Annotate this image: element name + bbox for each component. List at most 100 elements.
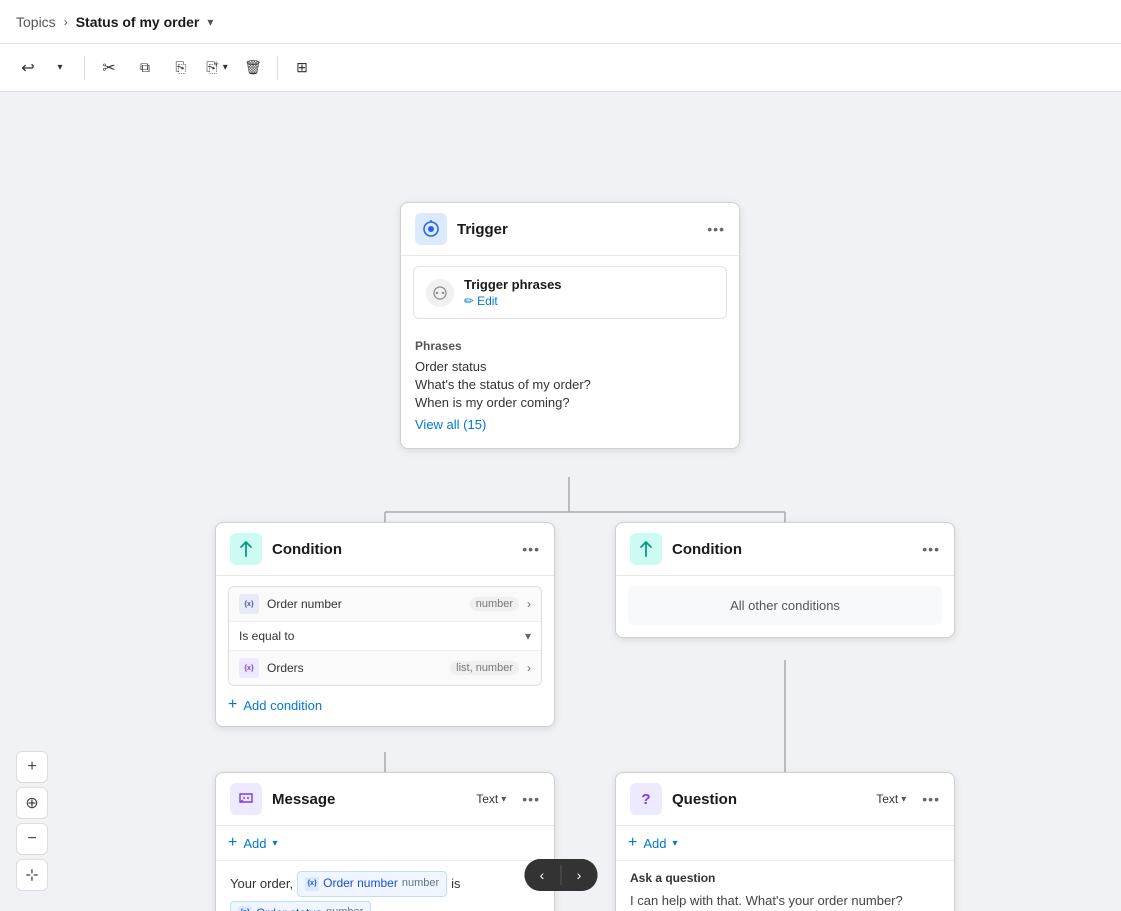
toolbar: ↩ ▾ ✂ ⧉ ⎘ ⎘+ ▾ 🗑 ⊞ [0,44,1121,92]
copy-button[interactable]: ⧉ [129,52,161,84]
message-node-header: Message Text ▾ ••• [216,773,554,826]
field-1-type: number [470,597,519,611]
toolbar-divider-2 [277,56,278,80]
phrases-section: Phrases Order status What's the status o… [401,329,739,448]
cut-button[interactable]: ✂ [93,52,125,84]
condition-field-2: {x} Orders list, number › [229,651,541,685]
pencil-icon: ✏ [464,294,474,308]
question-text-label: Text [876,792,898,806]
condition-left-header: Condition ••• [216,523,554,576]
chip-icon-1: {x} [305,877,319,891]
nav-next-btn[interactable]: › [561,859,597,891]
page-title: Status of my order [76,14,200,30]
condition-field-1: {x} Order number number › [229,587,541,622]
locate-btn[interactable]: ⊕ [16,787,48,819]
paste-add-button[interactable]: ⎘+ ▾ [201,52,233,84]
field-1-label: Order number [267,597,462,611]
var-chip-2: {x} Order status number [230,901,371,911]
zoom-out-btn[interactable]: − [16,823,48,855]
message-icon [230,783,262,815]
question-menu-btn[interactable]: ••• [922,792,940,806]
operator-chevron: ▾ [525,629,531,643]
condition-left-title: Condition [272,541,512,558]
question-text-badge: Text ▾ [876,792,906,806]
view-all-link[interactable]: View all (15) [415,417,486,432]
all-other-label: All other conditions [730,598,840,613]
phrase-2: What's the status of my order? [415,377,725,392]
variable-button[interactable]: ⊞ [286,52,318,84]
message-menu-btn[interactable]: ••• [522,792,540,806]
trigger-icon [415,213,447,245]
condition-operator[interactable]: Is equal to ▾ [229,622,541,651]
add-condition-btn[interactable]: + Add condition [216,686,554,726]
phrase-3: When is my order coming? [415,395,725,410]
message-add-row[interactable]: + Add ▾ [216,826,554,861]
delete-button[interactable]: 🗑 [237,52,269,84]
message-text-chevron: ▾ [501,794,506,805]
plus-icon: + [228,696,237,714]
condition-right-title: Condition [672,541,912,558]
trigger-menu-btn[interactable]: ••• [707,222,725,236]
question-title: Question [672,791,866,808]
condition-left-menu-btn[interactable]: ••• [522,542,540,556]
field-1-arrow: › [527,597,531,611]
trigger-title: Trigger [457,221,697,238]
message-title: Message [272,791,466,808]
field-2-type: list, number [450,661,519,675]
question-icon: ? [630,783,662,815]
var-icon-2: {x} [239,658,259,678]
question-text-toggle[interactable]: Text ▾ [876,792,906,806]
chip-icon-2: {x} [238,906,252,911]
add-chevron-icon: ▾ [272,838,277,849]
zoom-in-btn[interactable]: + [16,751,48,783]
nav-prev-btn[interactable]: ‹ [524,859,560,891]
trigger-node: Trigger ••• Trigger phrases ✏ Edit Phras… [400,202,740,449]
undo-split-btn: ↩ ▾ [12,52,76,84]
ask-label: Ask a question [630,871,940,885]
title-dropdown-icon[interactable]: ▾ [207,15,213,29]
condition-right-header: Condition ••• [616,523,954,576]
question-text: I can help with that. What's your order … [630,891,940,911]
question-node: ? Question Text ▾ ••• + Add ▾ Ask a ques… [615,772,955,911]
chip-type-2: number [326,903,363,911]
paste-button[interactable]: ⎘ [165,52,197,84]
condition-right-node: Condition ••• All other conditions [615,522,955,638]
phrases-label: Phrases [415,339,725,353]
condition-right-icon [630,533,662,565]
tp-edit-btn[interactable]: ✏ Edit [464,294,714,308]
q-add-chevron-icon: ▾ [672,838,677,849]
undo-dropdown-button[interactable]: ▾ [44,52,76,84]
all-other-box: All other conditions [628,586,942,625]
chip-label-2: Order status [256,903,322,911]
undo-button[interactable]: ↩ [12,52,44,84]
field-2-arrow: › [527,661,531,675]
cursor-btn[interactable]: ⊹ [16,859,48,891]
message-text-toggle[interactable]: Text ▾ [476,792,506,806]
tp-title: Trigger phrases [464,277,714,292]
condition-left-node: Condition ••• {x} Order number number › … [215,522,555,727]
phrase-1: Order status [415,359,725,374]
question-add-row[interactable]: + Add ▾ [616,826,954,861]
question-text-chevron: ▾ [901,794,906,805]
var-icon-1: {x} [239,594,259,614]
zoom-controls: + ⊕ − ⊹ [16,751,48,891]
breadcrumb-separator: › [64,15,68,29]
tp-content: Trigger phrases ✏ Edit [464,277,714,308]
header: Topics › Status of my order ▾ [0,0,1121,44]
question-node-header: ? Question Text ▾ ••• [616,773,954,826]
var-chip-1: {x} Order number number [297,871,447,897]
content-prefix: Your order, [230,872,293,895]
condition-right-menu-btn[interactable]: ••• [922,542,940,556]
trigger-node-header: Trigger ••• [401,203,739,256]
q-add-label: Add [643,836,666,851]
chip-label-1: Order number [323,873,398,895]
chip-type-1: number [402,874,439,894]
trigger-phrases-box: Trigger phrases ✏ Edit [413,266,727,319]
topics-link[interactable]: Topics [16,14,56,30]
message-node: Message Text ▾ ••• + Add ▾ Your order, {… [215,772,555,911]
condition-row: {x} Order number number › Is equal to ▾ … [228,586,542,686]
field-2-label: Orders [267,661,442,675]
q-add-plus-icon: + [628,834,637,852]
content-middle: is [451,872,460,895]
add-label: Add [243,836,266,851]
